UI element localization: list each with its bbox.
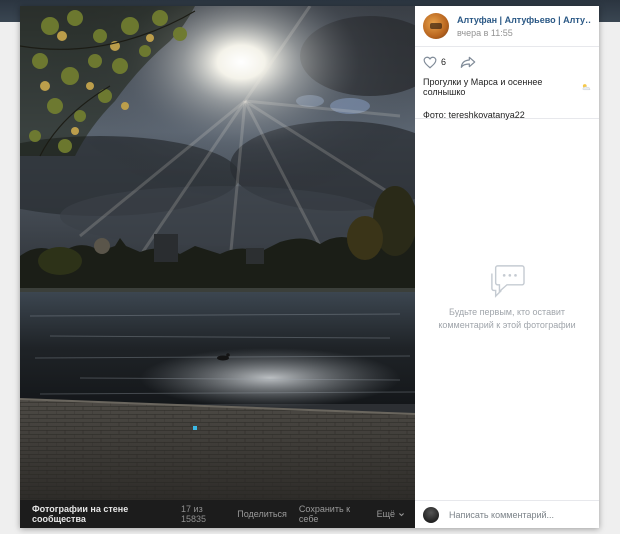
share-arrow-icon bbox=[460, 56, 476, 68]
share-photo-button[interactable]: Поделиться bbox=[237, 509, 287, 519]
like-count: 6 bbox=[441, 57, 447, 67]
reactions-bar: 6 bbox=[423, 55, 591, 69]
empty-comments-line1: Будьте первым, кто оставит bbox=[448, 307, 566, 317]
album-link[interactable]: Фотографии на стене сообщества bbox=[32, 504, 169, 524]
comment-input[interactable] bbox=[449, 509, 589, 520]
post-header-text: Алтуфан | Алтуфьево | Алтушка | С... вче… bbox=[457, 15, 591, 38]
more-label: Ещё bbox=[376, 509, 395, 519]
heart-icon bbox=[423, 56, 437, 69]
save-photo-button[interactable]: Сохранить к себе bbox=[299, 504, 365, 524]
photo-image bbox=[20, 6, 415, 500]
post-date[interactable]: вчера в 11:55 bbox=[457, 28, 591, 38]
photo-viewer: Фотографии на стене сообщества 17 из 158… bbox=[20, 6, 599, 528]
post-info: 6 Прогулки у Марса и осеннее солнышко Фо… bbox=[415, 47, 599, 120]
post-caption: Прогулки у Марса и осеннее солнышко bbox=[423, 77, 591, 97]
community-name-link[interactable]: Алтуфан | Алтуфьево | Алтушка | С... bbox=[457, 15, 591, 25]
photo[interactable] bbox=[20, 6, 415, 500]
photo-toolbar: Фотографии на стене сообщества 17 из 158… bbox=[20, 500, 415, 528]
post-header: Алтуфан | Алтуфьево | Алтушка | С... вче… bbox=[415, 6, 599, 47]
caption-text: Прогулки у Марса и осеннее солнышко bbox=[423, 77, 543, 97]
community-avatar[interactable] bbox=[423, 13, 449, 39]
chevron-down-icon bbox=[399, 512, 404, 516]
more-button[interactable]: Ещё bbox=[377, 509, 405, 519]
like-button[interactable]: 6 bbox=[423, 56, 446, 69]
empty-comments-line2: комментарий к этой фотографии bbox=[438, 320, 576, 330]
comment-bubble-icon bbox=[491, 265, 525, 298]
photo-author: Фото: tereshkovatanya22 bbox=[423, 110, 525, 120]
user-avatar bbox=[423, 506, 439, 523]
comment-composer bbox=[415, 500, 599, 528]
photo-counter: 17 из 15835 bbox=[181, 504, 207, 524]
photo-side-panel: Алтуфан | Алтуфьево | Алтушка | С... вче… bbox=[415, 6, 599, 528]
sun-behind-cloud-icon bbox=[582, 84, 591, 91]
share-button[interactable] bbox=[460, 56, 476, 68]
comments-empty-state: Будьте первым, кто оставит комментарий к… bbox=[415, 264, 599, 332]
